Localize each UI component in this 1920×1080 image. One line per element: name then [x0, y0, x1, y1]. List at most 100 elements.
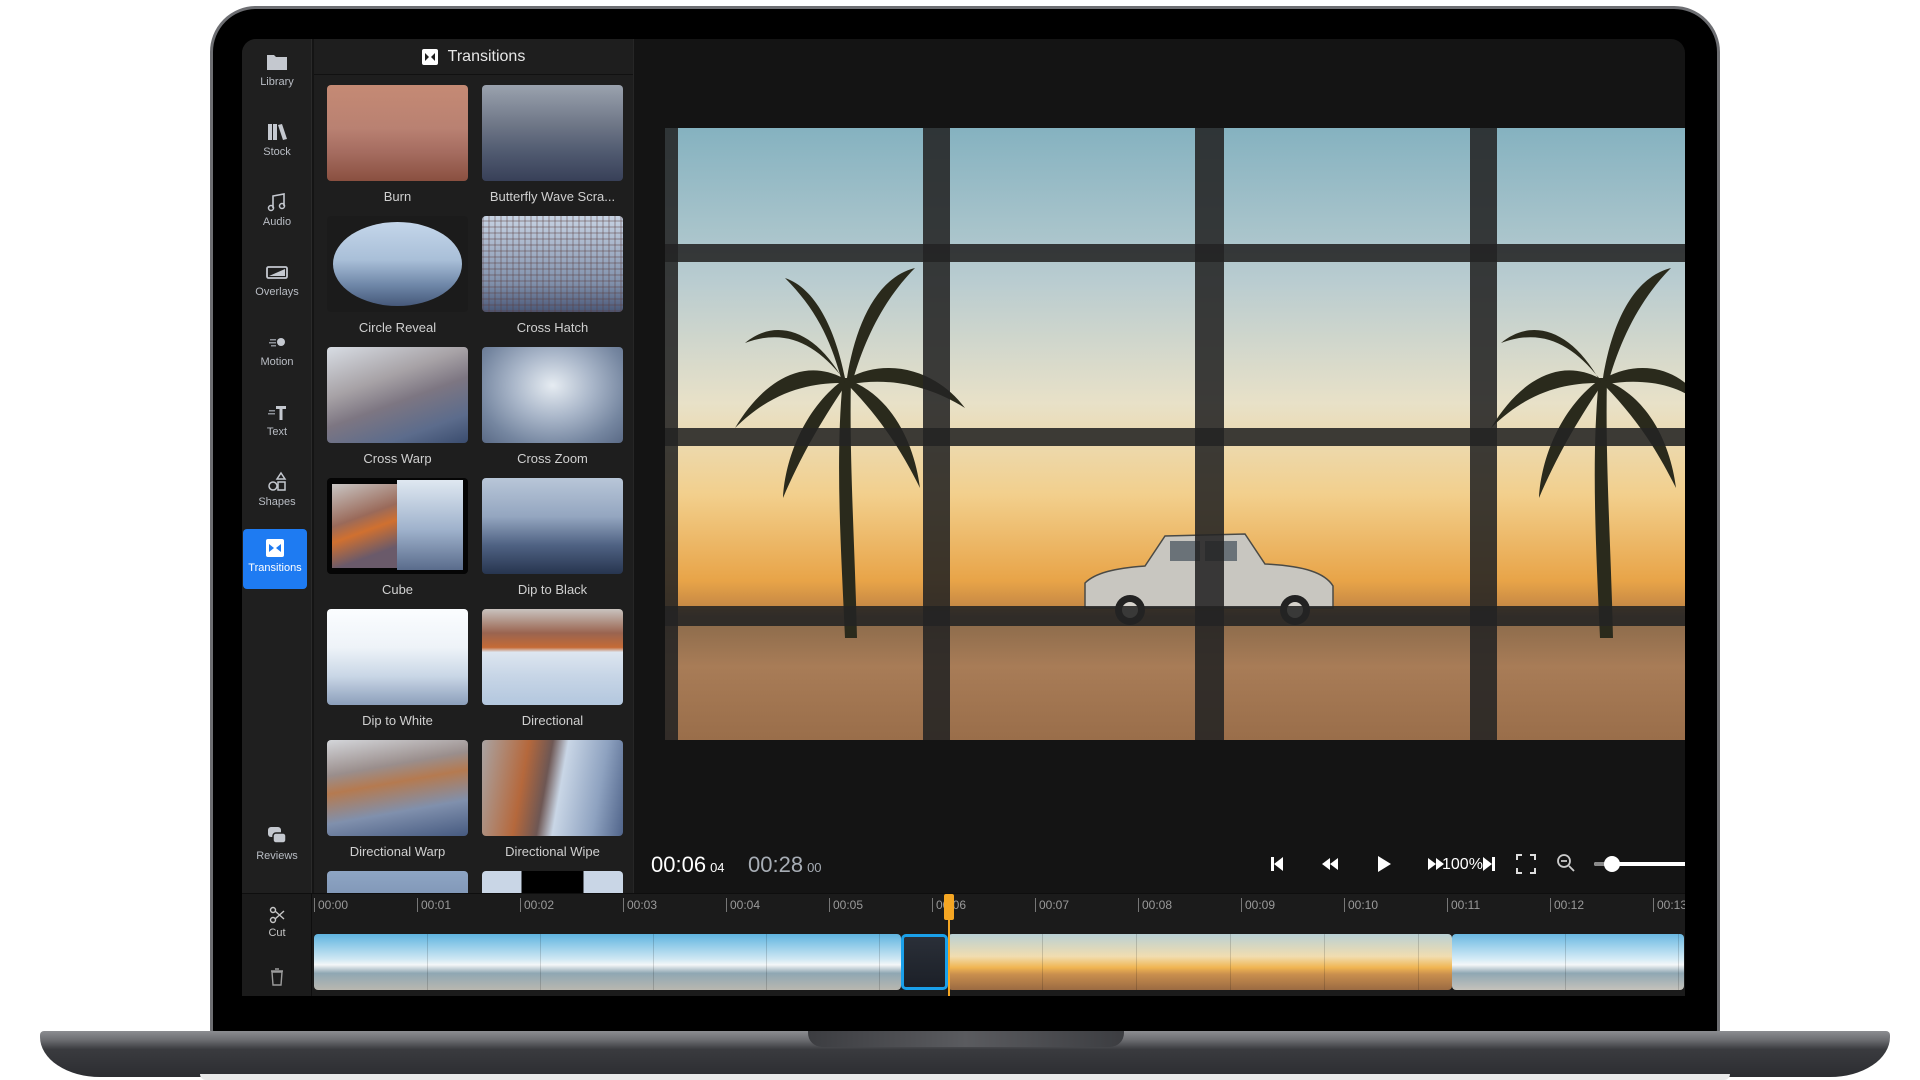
sidebar-item-label: Audio [262, 216, 292, 228]
palm-car-clip[interactable] [948, 934, 1453, 990]
transition-thumbnail [482, 871, 623, 893]
sidebar-item-label: Library [260, 76, 294, 88]
transition-tile-cube[interactable]: Cube [327, 478, 468, 609]
slider-knob[interactable] [1604, 856, 1620, 872]
video-preview[interactable] [665, 128, 1685, 740]
panel-header: Transitions [314, 39, 633, 75]
transition-tile-circle-reveal[interactable]: Circle Reveal [327, 216, 468, 347]
transition-thumbnail [482, 347, 623, 443]
clip-frame-divider [1678, 934, 1680, 990]
timeline-ruler[interactable]: 00:0000:0100:0200:0300:0400:0500:0600:07… [314, 894, 1685, 924]
ruler-tick: 00:02 [520, 898, 554, 912]
beach-buggy-clip[interactable] [314, 934, 902, 990]
ruler-tick: 00:10 [1344, 898, 1378, 912]
panel-title: Transitions [447, 47, 526, 65]
clip-frame-divider [1230, 934, 1232, 990]
sidebar-item-label: Shapes [258, 496, 296, 508]
ruler-tick: 00:04 [726, 898, 760, 912]
books-icon [268, 124, 287, 140]
sidebar-item-overlays[interactable]: Overlays [242, 253, 312, 313]
transition-label: Dip to White [362, 713, 433, 728]
transition-tile-directional-wipe[interactable]: Directional Wipe [482, 740, 623, 871]
ruler-tick: 00:05 [829, 898, 863, 912]
ruler-tick: 00:08 [1138, 898, 1172, 912]
sidebar-item-transitions[interactable]: Transitions [243, 529, 307, 589]
transition-tile-directional-warp[interactable]: Directional Warp [327, 740, 468, 871]
clip-frame-divider [1136, 934, 1138, 990]
transition-label: Directional Wipe [505, 844, 600, 859]
fullscreen-button[interactable] [1514, 852, 1538, 876]
ruler-tick: 00:03 [623, 898, 657, 912]
zoom-out-button[interactable] [1555, 852, 1577, 874]
shapes-icon [268, 471, 287, 491]
grid-bar [665, 606, 1685, 626]
transition-thumbnail [327, 85, 468, 181]
transition-tile-dip-to-white[interactable]: Dip to White [327, 609, 468, 740]
transition-tile-partial[interactable] [482, 871, 623, 893]
trash-icon[interactable] [269, 968, 285, 986]
transitions-icon [266, 539, 284, 557]
clip-frame-divider [427, 934, 428, 990]
transition-tile-dip-to-black[interactable]: Dip to Black [482, 478, 623, 609]
sidebar-item-shapes[interactable]: Shapes [242, 463, 312, 523]
total-duration: 00:28 00 [748, 852, 822, 877]
sidebar-item-library[interactable]: Library [242, 43, 312, 103]
music-note-icon [267, 193, 286, 212]
transition-tile-cross-zoom[interactable]: Cross Zoom [482, 347, 623, 478]
timeline-tools: Cut [242, 894, 312, 996]
ruler-tick: 00:09 [1241, 898, 1275, 912]
reviews-icon [268, 827, 287, 844]
sidebar-item-reviews[interactable]: Reviews [242, 817, 312, 877]
sidebar-item-audio[interactable]: Audio [242, 183, 312, 243]
sidebar-item-label: Reviews [256, 850, 298, 862]
transition-label: Dip to Black [517, 582, 588, 597]
transition-tile-cross-hatch[interactable]: Cross Hatch [482, 216, 623, 347]
timeline-zoom-slider[interactable] [1594, 856, 1685, 872]
transition-thumbnail [482, 478, 623, 574]
cut-button[interactable]: Cut [242, 906, 312, 939]
transition-tile-burn[interactable]: Burn [327, 85, 468, 216]
sidebar-item-label: Motion [260, 356, 294, 368]
text-icon [268, 406, 286, 420]
transition-label: Cross Hatch [516, 320, 589, 335]
skip-to-start-button[interactable] [1264, 851, 1290, 877]
transition-label: Cube [381, 582, 414, 597]
transitions-icon [421, 48, 438, 65]
clip-frame-divider [1042, 934, 1044, 990]
playhead-handle[interactable] [944, 894, 955, 920]
clip-frame-divider [1324, 934, 1326, 990]
transition-tile-butterfly-wave[interactable]: Butterfly Wave Scra... [482, 85, 623, 216]
beach-buggy-clip-2[interactable] [1452, 934, 1684, 990]
clip-frame-divider [879, 934, 880, 990]
transition-label: Cross Warp [363, 451, 432, 466]
transition-thumbnail [327, 478, 468, 574]
laptop-shadow [200, 1074, 1730, 1080]
video-track [314, 934, 1685, 990]
playhead[interactable] [944, 894, 955, 996]
transition-label: Circle Reveal [358, 320, 437, 335]
transition-tile-directional[interactable]: Directional [482, 609, 623, 740]
transition-tile-partial[interactable] [327, 871, 468, 893]
play-button[interactable] [1370, 851, 1396, 877]
selected-transition-clip[interactable] [901, 934, 949, 990]
clip-frame-divider [540, 934, 541, 990]
transition-tile-cross-warp[interactable]: Cross Warp [327, 347, 468, 478]
rewind-button[interactable] [1317, 851, 1343, 877]
transitions-panel: Transitions Burn Butterfly Wave Scra... … [314, 39, 634, 893]
sidebar: Library Stock Audio Overlays Motion Text… [242, 39, 312, 893]
sidebar-item-stock[interactable]: Stock [242, 113, 312, 173]
cut-label: Cut [268, 927, 286, 939]
transition-thumbnail [327, 609, 468, 705]
sidebar-item-text[interactable]: Text [242, 393, 312, 453]
current-timecode: 00:06 04 [651, 852, 725, 877]
zoom-percent[interactable]: 100% [1442, 856, 1483, 874]
transition-thumbnail [327, 740, 468, 836]
transition-thumbnail [327, 871, 468, 893]
laptop-notch [808, 1031, 1124, 1047]
grid-bar [665, 244, 1685, 262]
ruler-tick: 00:00 [314, 898, 348, 912]
sidebar-item-motion[interactable]: Motion [242, 323, 312, 383]
app-screen: Library Stock Audio Overlays Motion Text… [242, 39, 1685, 996]
ruler-tick: 00:13 [1653, 898, 1685, 912]
motion-icon [269, 338, 285, 347]
